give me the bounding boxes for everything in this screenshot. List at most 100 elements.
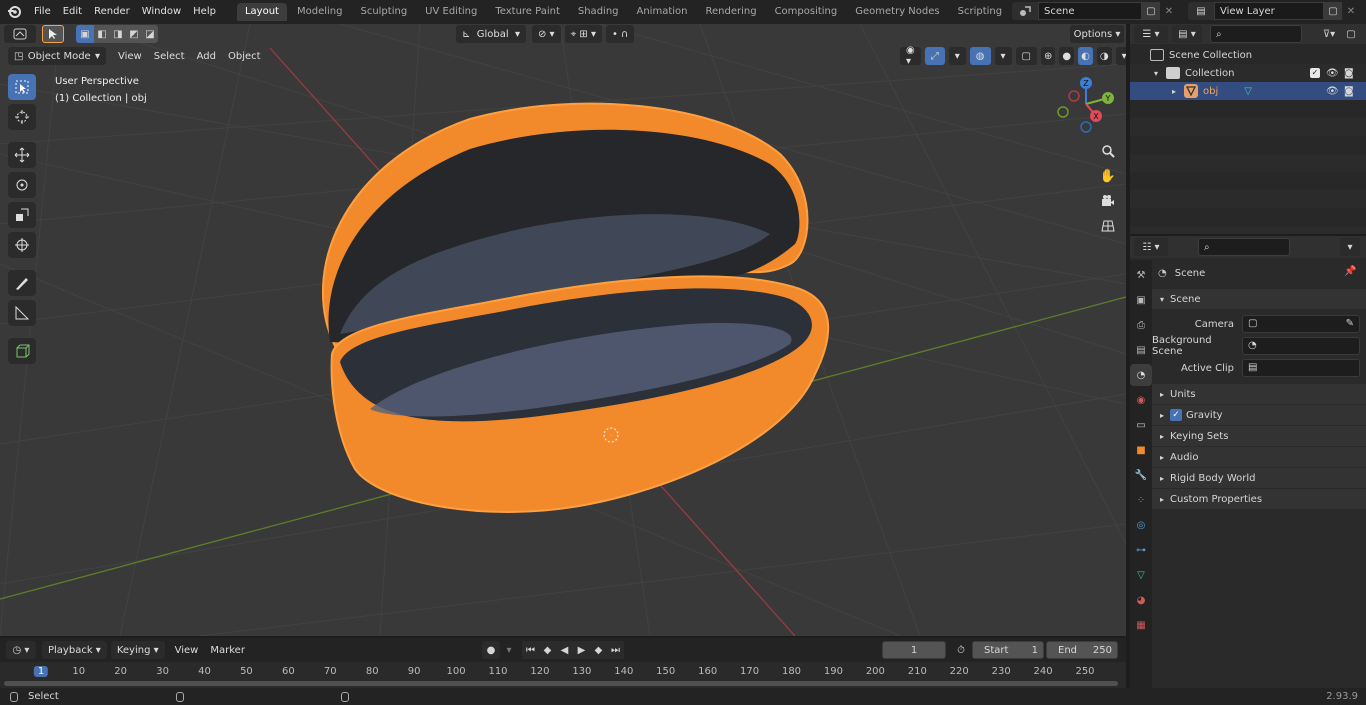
constraints-tab-icon[interactable]: ⊶	[1130, 539, 1152, 561]
timeline-scrollbar[interactable]	[4, 681, 1118, 686]
preview-range-icon[interactable]: ⏱	[952, 641, 970, 659]
select-mode-subtract-icon[interactable]: ◨	[110, 25, 126, 43]
texture-tab-icon[interactable]: ▦	[1130, 614, 1152, 636]
select-box-tool-icon[interactable]	[8, 74, 36, 100]
modifier-tab-icon[interactable]: 🔧	[1130, 464, 1152, 486]
scene-tab-icon[interactable]: ◔	[1130, 364, 1152, 386]
panel-gravity[interactable]: ▸ ✓ Gravity	[1152, 405, 1366, 425]
tab-compositing[interactable]: Compositing	[767, 3, 846, 21]
menu-help[interactable]: Help	[187, 0, 222, 24]
properties-search-input[interactable]: ⌕	[1198, 238, 1290, 256]
properties-options-icon[interactable]: ▾	[1340, 238, 1360, 256]
transform-tool-icon[interactable]	[8, 232, 36, 258]
navigation-gizmo[interactable]: Z Y X	[1050, 72, 1120, 142]
delete-view-layer-icon[interactable]: ✕	[1342, 2, 1360, 20]
camera-field[interactable]: ▢ ✎	[1242, 315, 1360, 333]
select-mode-intersect-icon[interactable]: ◪	[142, 25, 158, 43]
rotate-tool-icon[interactable]	[8, 172, 36, 198]
tab-shading[interactable]: Shading	[570, 3, 627, 21]
active-clip-field[interactable]: ▤	[1242, 359, 1360, 377]
properties-editor-type-icon[interactable]: ☷ ▾	[1134, 238, 1168, 256]
measure-tool-icon[interactable]	[8, 300, 36, 326]
shading-material-icon[interactable]: ◐	[1078, 47, 1093, 65]
proportional-edit-toggle[interactable]: • ∩	[605, 25, 635, 43]
blender-logo-icon[interactable]	[0, 0, 28, 24]
tab-uv-editing[interactable]: UV Editing	[417, 3, 485, 21]
menu-render[interactable]: Render	[88, 0, 136, 24]
tab-texture-paint[interactable]: Texture Paint	[487, 3, 568, 21]
tab-sculpting[interactable]: Sculpting	[352, 3, 415, 21]
viewport-menu-view[interactable]: View	[112, 47, 148, 65]
eye-icon[interactable]: 👁	[1326, 86, 1339, 97]
tool-tab-icon[interactable]: ⚒	[1130, 264, 1152, 286]
auto-key-dropdown-icon[interactable]: ▾	[502, 641, 516, 659]
cursor-tool-icon[interactable]	[8, 104, 36, 130]
timeline-editor-type-icon[interactable]: ◷ ▾	[6, 641, 36, 659]
expand-arrow-icon[interactable]: ▾	[1154, 69, 1158, 78]
scene-name-field[interactable]: Scene	[1038, 2, 1142, 20]
next-keyframe-icon[interactable]: ◆	[590, 641, 607, 659]
outliner-row-obj[interactable]: ▸ obj ▽ 👁 ◙	[1130, 82, 1366, 100]
menu-edit[interactable]: Edit	[57, 0, 88, 24]
render-tab-icon[interactable]: ▣	[1130, 289, 1152, 311]
play-reverse-icon[interactable]: ◀	[556, 641, 573, 659]
outliner-search-input[interactable]: ⌕	[1210, 25, 1302, 43]
panel-keying-sets[interactable]: ▸ Keying Sets	[1152, 426, 1366, 446]
new-scene-icon[interactable]: ▢	[1142, 2, 1160, 20]
view-layer-tab-icon[interactable]: ▤	[1130, 339, 1152, 361]
camera-render-icon[interactable]: ◙	[1344, 86, 1354, 97]
particles-tab-icon[interactable]: ⁘	[1130, 489, 1152, 511]
viewport-menu-object[interactable]: Object	[222, 47, 267, 65]
panel-audio[interactable]: ▸ Audio	[1152, 447, 1366, 467]
select-mode-set-icon[interactable]: ▣	[76, 25, 94, 43]
play-icon[interactable]: ▶	[573, 641, 590, 659]
outliner-row-scene-collection[interactable]: Scene Collection	[1130, 46, 1366, 64]
outliner-editor-type-icon[interactable]: ☰ ▾	[1134, 25, 1168, 43]
camera-view-icon[interactable]	[1097, 190, 1119, 212]
panel-units[interactable]: ▸ Units	[1152, 384, 1366, 404]
tab-rendering[interactable]: Rendering	[697, 3, 764, 21]
end-frame-field[interactable]: End 250	[1046, 641, 1118, 659]
output-tab-icon[interactable]: ⎙	[1130, 314, 1152, 336]
new-view-layer-icon[interactable]: ▢	[1324, 2, 1342, 20]
camera-render-icon[interactable]: ◙	[1344, 68, 1354, 79]
scale-tool-icon[interactable]	[8, 202, 36, 228]
prev-keyframe-icon[interactable]: ◆	[539, 641, 556, 659]
jump-end-icon[interactable]: ⏭	[607, 641, 624, 659]
overlays-toggle[interactable]: ◍	[969, 47, 991, 65]
annotate-tool-icon[interactable]	[8, 270, 36, 296]
select-tool-icon[interactable]	[42, 25, 64, 43]
view-layer-field[interactable]: View Layer	[1214, 2, 1324, 20]
pan-hand-icon[interactable]: ✋	[1097, 165, 1119, 187]
zoom-icon[interactable]	[1097, 140, 1119, 162]
filter-icon[interactable]: ⊽▾	[1316, 25, 1342, 43]
select-mode-invert-icon[interactable]: ◩	[126, 25, 142, 43]
gravity-checkbox[interactable]: ✓	[1170, 409, 1183, 421]
add-cube-tool-icon[interactable]	[8, 338, 36, 364]
background-scene-field[interactable]: ◔	[1242, 337, 1360, 355]
eye-icon[interactable]: 👁	[1326, 68, 1339, 79]
panel-custom-properties[interactable]: ▸ Custom Properties	[1152, 489, 1366, 509]
physics-tab-icon[interactable]: ◎	[1130, 514, 1152, 536]
tab-geometry-nodes[interactable]: Geometry Nodes	[847, 3, 947, 21]
mesh-data-icon[interactable]: ▽	[1244, 86, 1252, 97]
tab-modeling[interactable]: Modeling	[289, 3, 351, 21]
keying-menu[interactable]: Keying ▾	[110, 641, 165, 659]
visibility-dropdown[interactable]: ◉ ▾	[900, 45, 921, 67]
view-layer-selector[interactable]: ▤ View Layer ▢ ✕	[1188, 2, 1360, 20]
pin-icon[interactable]: 📌	[1344, 266, 1356, 277]
new-collection-icon[interactable]: ▢	[1342, 25, 1360, 43]
perspective-toggle-icon[interactable]	[1097, 215, 1119, 237]
exclude-checkbox[interactable]: ✓	[1310, 68, 1320, 78]
outliner-row-collection[interactable]: ▾ Collection ✓ 👁 ◙	[1130, 64, 1366, 82]
display-mode-icon[interactable]: ▤ ▾	[1172, 25, 1202, 43]
world-tab-icon[interactable]: ◉	[1130, 389, 1152, 411]
pivot-point-dropdown[interactable]: ⊘ ▾	[532, 25, 561, 43]
record-icon[interactable]: ●	[482, 641, 500, 659]
viewport-menu-select[interactable]: Select	[148, 47, 191, 65]
data-tab-icon[interactable]: ▽	[1130, 564, 1152, 586]
editor-type-icon[interactable]	[4, 25, 36, 43]
jump-start-icon[interactable]: ⏮	[522, 641, 539, 659]
shading-rendered-icon[interactable]: ◑	[1096, 47, 1112, 65]
start-frame-field[interactable]: Start 1	[972, 641, 1044, 659]
